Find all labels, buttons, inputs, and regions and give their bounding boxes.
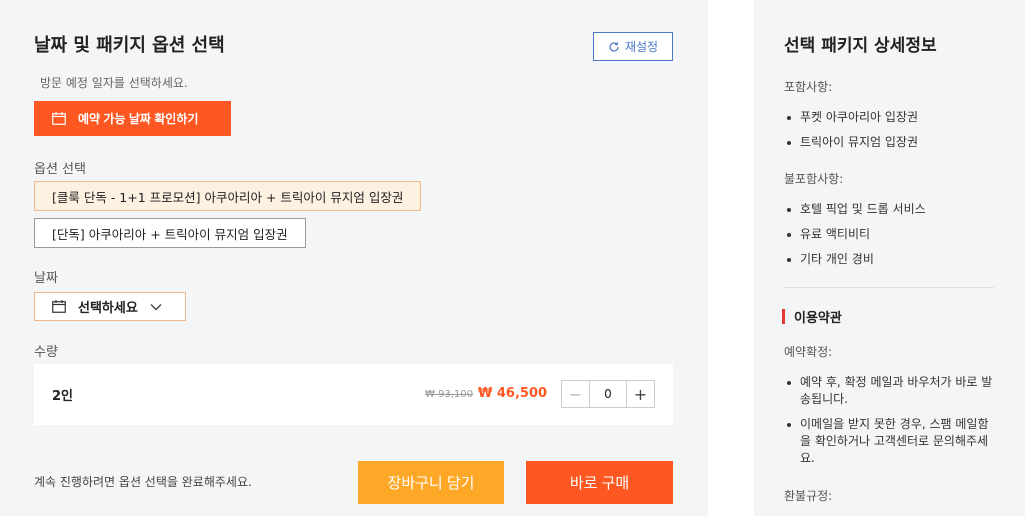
package-option-2[interactable]: [단독] 아쿠아리아 + 트릭아이 뮤지엄 입장권 [34,218,306,248]
quantity-section-label: 수량 [34,345,58,360]
package-option-1[interactable]: [클룩 단독 - 1+1 프로모션] 아쿠아리아 + 트릭아이 뮤지엄 입장권 [34,181,422,211]
list-item: 예약 후, 확정 메일과 바우처가 바로 발송됩니다. [784,374,994,408]
list-item: 이메일을 받지 못한 경우, 스팸 메일함을 확인하거나 고객센터로 문의해주세… [784,416,994,467]
original-price: ₩ 93,100 [425,389,474,400]
details-title: 선택 패키지 상세정보 [784,36,937,56]
terms-heading: 이용약관 [782,307,842,326]
option-section-label: 옵션 선택 [34,162,86,177]
visit-date-hint: 방문 예정 일자를 선택하세요. [40,76,188,90]
buy-now-button[interactable]: 바로 구매 [526,461,673,504]
chevron-down-icon [150,303,162,310]
calendar-icon [52,300,66,313]
reset-label: 재설정 [624,40,659,54]
list-item: 호텔 픽업 및 드롭 서비스 [784,201,994,218]
included-label: 포함사항: [784,80,833,94]
check-available-dates-button[interactable]: 예약 가능 날짜 확인하기 [34,101,231,136]
reset-button[interactable]: 재설정 [593,32,673,61]
refresh-icon [609,41,619,52]
list-item: 기타 개인 경비 [784,251,994,268]
quantity-row: 2인 ₩ 93,100 ₩ 46,500 − 0 + [34,364,673,425]
accent-bar [782,309,785,324]
date-select[interactable]: 선택하세요 [34,292,186,321]
list-item: 유료 액티비티 [784,226,994,243]
divider [784,287,994,288]
excluded-label: 불포함사항: [784,172,844,186]
panel-gap [708,0,754,516]
confirm-label: 예약확정: [784,345,833,359]
excluded-list: 호텔 픽업 및 드롭 서비스 유료 액티비티 기타 개인 경비 [784,201,994,276]
sale-price: ₩ 46,500 [478,386,548,401]
footer-note: 계속 진행하려면 옵션 선택을 완료해주세요. [34,475,252,489]
date-select-value: 선택하세요 [78,301,138,316]
list-item: 트릭아이 뮤지엄 입장권 [784,134,994,151]
package-details-panel: 선택 패키지 상세정보 포함사항: 푸켓 아쿠아리아 입장권 트릭아이 뮤지엄 … [754,0,1025,516]
confirm-list: 예약 후, 확정 메일과 바우처가 바로 발송됩니다. 이메일을 받지 못한 경… [784,374,994,475]
date-section-label: 날짜 [34,271,58,286]
decrement-button[interactable]: − [562,381,590,407]
page-title: 날짜 및 패키지 옵션 선택 [34,35,225,56]
check-dates-label: 예약 가능 날짜 확인하기 [78,112,199,126]
calendar-icon [52,112,66,125]
booking-panel: 날짜 및 패키지 옵션 선택 재설정 방문 예정 일자를 선택하세요. 예약 가… [0,0,708,516]
refund-label: 환불규정: [784,489,833,503]
list-item: 푸켓 아쿠아리아 입장권 [784,109,994,126]
add-to-cart-button[interactable]: 장바구니 담기 [358,461,504,504]
quantity-stepper: − 0 + [561,380,655,408]
included-list: 푸켓 아쿠아리아 입장권 트릭아이 뮤지엄 입장권 [784,109,994,159]
increment-button[interactable]: + [626,381,654,407]
quantity-unit-label: 2인 [52,389,74,404]
terms-title: 이용약관 [794,311,842,326]
quantity-value[interactable]: 0 [590,381,626,407]
